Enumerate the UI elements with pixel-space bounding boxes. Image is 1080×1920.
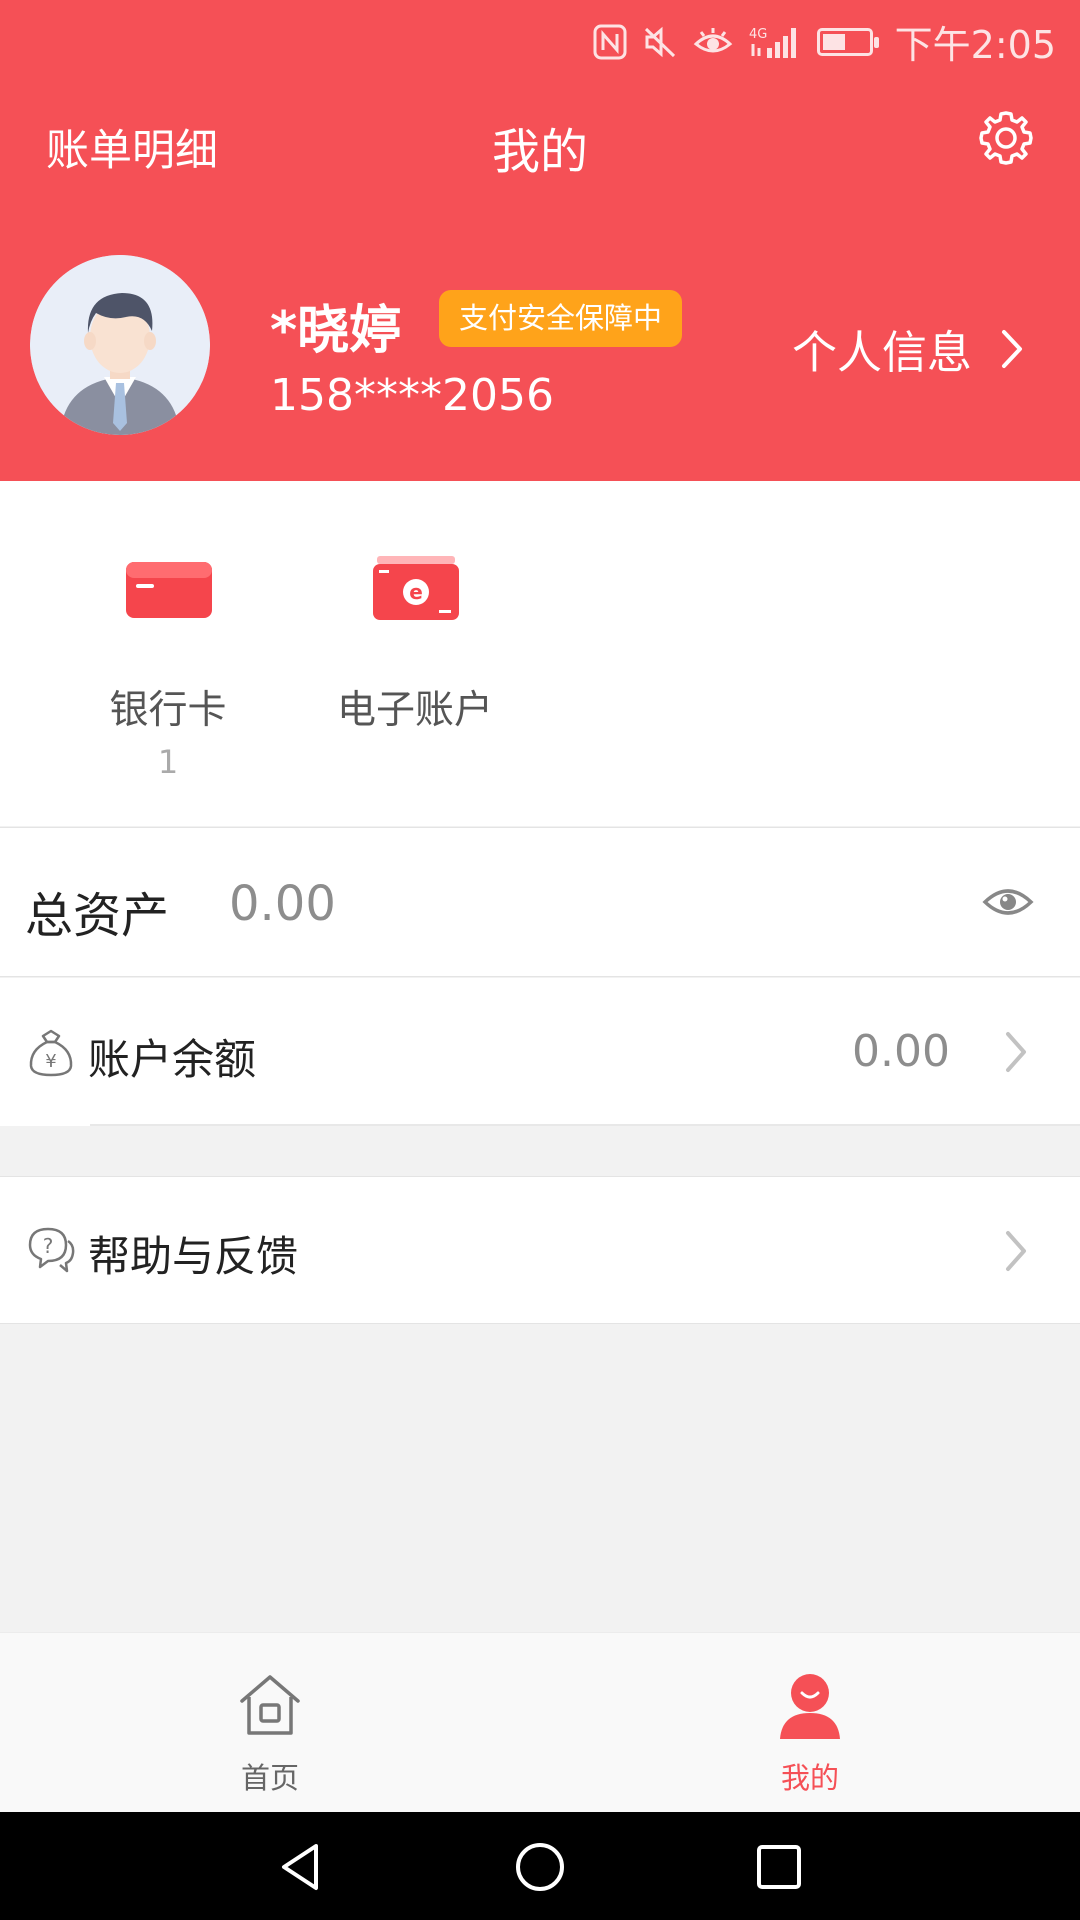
back-icon[interactable] [276, 1842, 326, 1892]
battery-icon [816, 27, 879, 56]
svg-text:?: ? [43, 1234, 54, 1258]
total-assets-row: 总资产 0.00 [0, 827, 1080, 977]
personal-info-link[interactable]: 个人信息 [792, 316, 1024, 381]
account-balance-label: 账户余额 [88, 1035, 257, 1084]
gear-icon[interactable] [978, 110, 1034, 166]
status-bar: 4G 下午2:05 [0, 0, 1080, 76]
help-chat-icon: ? [28, 1227, 75, 1273]
bank-card-count: 1 [157, 743, 179, 781]
chevron-right-icon [1002, 329, 1023, 368]
eye-icon[interactable] [982, 884, 1034, 920]
nfc-icon [593, 24, 627, 59]
eye-care-icon [693, 27, 732, 52]
tab-label: 我的 [780, 1761, 839, 1795]
total-assets-label: 总资产 [25, 888, 170, 944]
chevron-right-icon [1006, 1231, 1026, 1271]
svg-text:4G: 4G [749, 27, 767, 42]
svg-text:¥: ¥ [45, 1051, 56, 1072]
quick-actions: 银行卡 1 e 电子账户 [0, 481, 1080, 826]
avatar-illustration [30, 255, 210, 435]
system-nav-bar [0, 1812, 1080, 1920]
quick-action-label: 银行卡 [109, 688, 227, 733]
user-name: *晓婷 [270, 301, 402, 361]
tab-label: 首页 [240, 1761, 299, 1795]
avatar[interactable] [30, 255, 210, 435]
divider [90, 1124, 1080, 1126]
user-phone: 158****2056 [270, 370, 554, 421]
chevron-right-icon [1006, 1032, 1026, 1072]
signal-4g-icon: 4G [749, 27, 796, 58]
profile-icon [780, 1674, 840, 1739]
personal-info-label: 个人信息 [792, 326, 973, 379]
page-title: 我的 [491, 124, 588, 180]
security-badge: 支付安全保障中 [439, 290, 683, 347]
e-account-icon: e [373, 556, 459, 620]
total-assets-value: 0.00 [229, 876, 336, 932]
tab-home[interactable]: 首页 [170, 1633, 370, 1813]
money-bag-icon: ¥ [29, 1029, 73, 1077]
home-circle-icon[interactable] [515, 1842, 565, 1892]
svg-text:e: e [409, 580, 423, 604]
tab-mine[interactable]: 我的 [710, 1633, 910, 1813]
account-balance-row[interactable]: ¥ 账户余额 0.00 [0, 978, 1080, 1126]
bank-card-icon [126, 562, 212, 618]
home-icon [240, 1675, 300, 1735]
recents-icon[interactable] [754, 1842, 804, 1892]
profile-header: 4G 下午2:05 账单明细 我的 *晓婷 支付安全保障中 158****205… [0, 0, 1080, 481]
mute-icon [644, 26, 675, 57]
help-feedback-row[interactable]: ? 帮助与反馈 [0, 1176, 1080, 1324]
bottom-tab-bar: 首页 我的 [0, 1632, 1080, 1812]
status-time: 下午2:05 [894, 23, 1056, 67]
account-balance-value: 0.00 [852, 1026, 950, 1077]
quick-action-label: 电子账户 [336, 688, 493, 733]
help-feedback-label: 帮助与反馈 [88, 1232, 299, 1281]
